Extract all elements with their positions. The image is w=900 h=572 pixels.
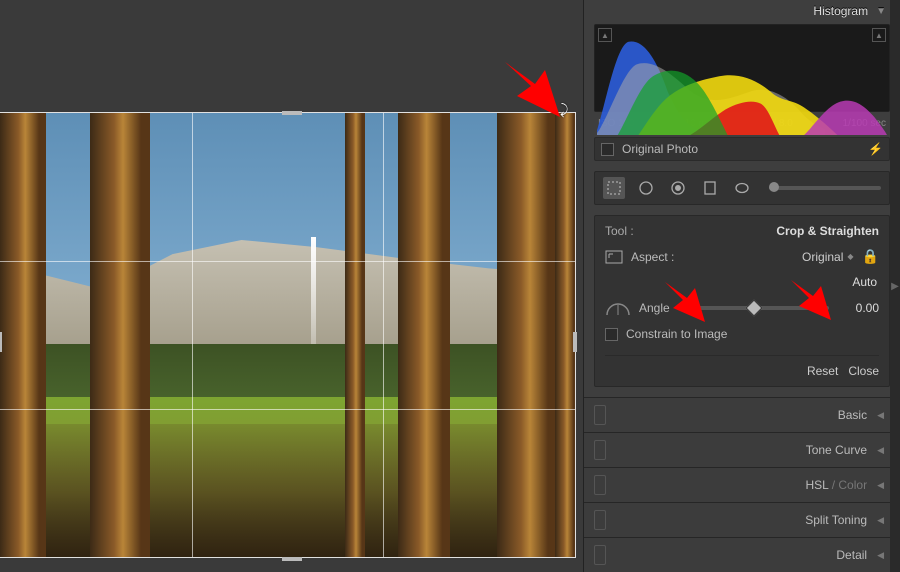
tool-strip [594, 171, 890, 205]
panel-resize-handle[interactable]: ▶ [890, 0, 900, 572]
panel-label: Split Toning [805, 513, 867, 527]
image-canvas[interactable]: ⤸ [0, 0, 583, 572]
rotate-cursor-icon: ⤸ [560, 101, 568, 118]
radial-filter-icon[interactable] [731, 177, 753, 199]
histogram-header[interactable]: Histogram ▼ [584, 0, 900, 24]
crop-overlay[interactable] [0, 113, 575, 557]
tool-name: Crop & Straighten [776, 224, 879, 238]
right-panel: Histogram ▼ ▲ ▲ ISO 100 10 mm ƒ / 8.0 1/… [583, 0, 900, 572]
panel-label: Basic [838, 408, 867, 422]
crop-handle-bottom[interactable] [282, 557, 302, 561]
crop-handle-top[interactable] [282, 111, 302, 115]
panel-toggle-icon[interactable] [594, 405, 606, 425]
panel-tone-curve[interactable]: Tone Curve ◀ [584, 432, 900, 467]
aspect-popup[interactable]: Original ◆ [802, 250, 854, 264]
original-label: Original Photo [622, 142, 698, 156]
original-photo-row[interactable]: Original Photo ⚡ [594, 137, 890, 161]
panel-label: HSL / Color [805, 478, 867, 492]
close-button[interactable]: Close [848, 364, 879, 378]
panel-basic[interactable]: Basic ◀ [584, 397, 900, 432]
histogram-chart[interactable]: ▲ ▲ [594, 24, 890, 112]
brush-size-slider[interactable] [769, 186, 881, 190]
constrain-label: Constrain to Image [626, 327, 727, 341]
panel-toggle-icon[interactable] [594, 440, 606, 460]
redeye-icon[interactable] [667, 177, 689, 199]
lock-icon[interactable]: 🔒 [862, 248, 879, 265]
crop-straighten-panel: Tool : Crop & Straighten Aspect : Origin… [594, 215, 890, 387]
tool-label: Tool : [605, 224, 634, 238]
aspect-value: Original [802, 250, 843, 264]
panel-toggle-icon[interactable] [594, 510, 606, 530]
panel-detail[interactable]: Detail ◀ [584, 537, 900, 572]
panel-split-toning[interactable]: Split Toning ◀ [584, 502, 900, 537]
panel-label: Detail [836, 548, 867, 562]
chevron-left-icon: ◀ [877, 515, 884, 526]
aspect-icon[interactable] [605, 250, 623, 264]
crop-handle-right[interactable] [573, 332, 577, 352]
crop-handle-left[interactable] [0, 332, 2, 352]
auto-straighten-link[interactable]: Auto [852, 275, 877, 289]
angle-dial-icon[interactable] [605, 299, 631, 317]
spot-removal-icon[interactable] [635, 177, 657, 199]
panel-hsl[interactable]: HSL / Color ◀ [584, 467, 900, 502]
panel-toggle-icon[interactable] [594, 475, 606, 495]
collapse-icon: ▼ [876, 6, 886, 17]
chevron-left-icon: ◀ [877, 410, 884, 421]
panel-toggle-icon[interactable] [594, 545, 606, 565]
grad-filter-icon[interactable] [699, 177, 721, 199]
popup-caret-icon: ◆ [847, 252, 853, 261]
reset-button[interactable]: Reset [807, 364, 838, 378]
panel-label: Tone Curve [806, 443, 867, 457]
flash-icon: ⚡ [868, 142, 883, 156]
chevron-left-icon: ◀ [877, 445, 884, 456]
histogram-title: Histogram [813, 4, 868, 18]
angle-value[interactable]: 0.00 [837, 301, 879, 315]
chevron-left-icon: ◀ [877, 550, 884, 561]
constrain-checkbox[interactable] [605, 328, 618, 341]
original-checkbox[interactable] [601, 143, 614, 156]
crop-tool-icon[interactable] [603, 177, 625, 199]
aspect-label: Aspect : [631, 250, 674, 264]
chevron-left-icon: ◀ [877, 480, 884, 491]
